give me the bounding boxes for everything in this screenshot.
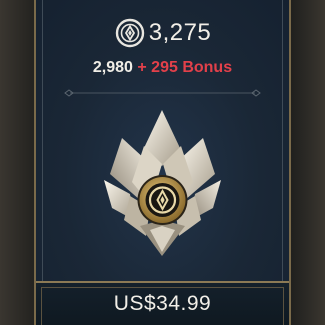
crystal-bundle-icon xyxy=(104,110,221,256)
total-amount-row: 3,275 xyxy=(36,17,289,49)
purchase-price-button[interactable]: US$34.99 xyxy=(36,281,289,325)
price-label: US$34.99 xyxy=(113,292,212,315)
bonus-amount: + 295 Bonus xyxy=(137,59,233,76)
amount-breakdown: 2,980 + 295 Bonus xyxy=(36,59,289,77)
ornamental-divider xyxy=(64,89,261,97)
store-page: 3,275 2,980 + 295 Bonus US$34.99 xyxy=(0,0,325,325)
total-amount: 3,275 xyxy=(148,19,212,46)
currency-coin-icon xyxy=(115,18,144,48)
currency-offer-card[interactable]: 3,275 2,980 + 295 Bonus US$34.99 xyxy=(34,0,291,325)
base-amount: 2,980 xyxy=(92,59,133,76)
